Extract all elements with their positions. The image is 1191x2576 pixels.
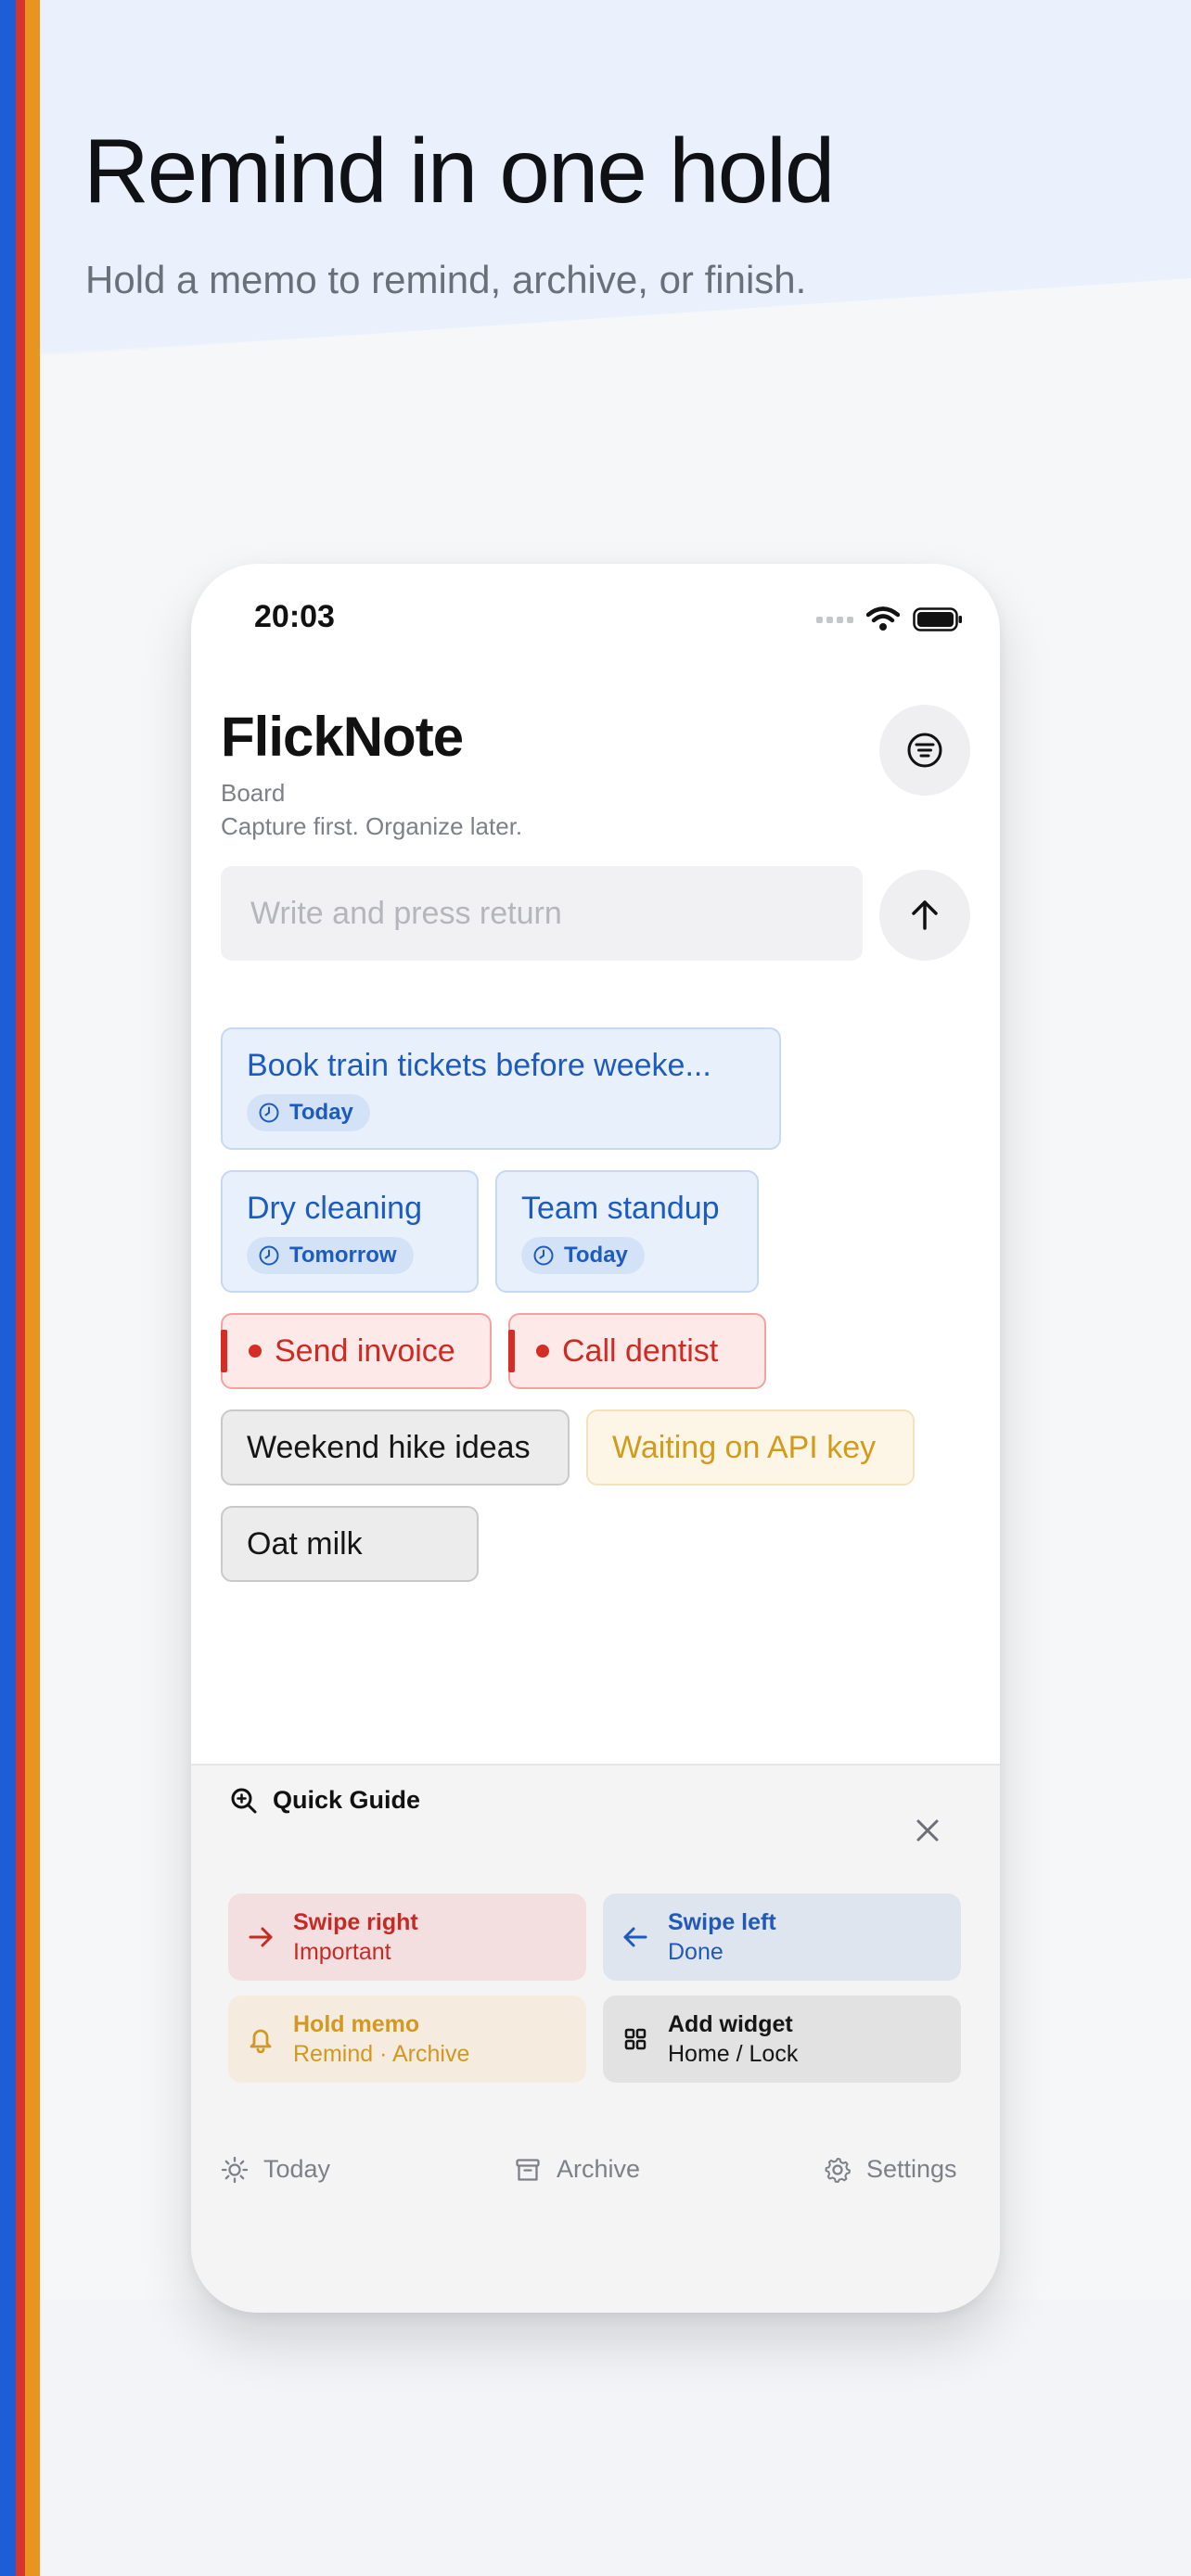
guide-tile-desc: Done [668,1939,724,1965]
app-title: FlickNote [221,706,464,768]
tab-today-label: Today [263,2155,331,2183]
guide-tile-add-widget: Add widget Home / Lock [603,1996,961,2083]
close-icon [916,1819,939,1842]
app-tagline: Capture first. Organize later. [221,812,523,840]
subheadline: Hold a memo to remind, archive, or finis… [85,258,807,301]
filter-button[interactable] [879,705,970,796]
memo-text: Dry cleaning [247,1191,422,1226]
memo-text: Send invoice [275,1333,455,1369]
status-time: 20:03 [254,599,335,634]
memo-card-oat-milk[interactable]: Oat milk [221,1506,479,1582]
guide-tile-desc: Important [293,1939,391,1965]
reminder-badge-label: Today [289,1100,353,1125]
guide-tile-title: Swipe left [668,1909,776,1935]
quick-guide-header: Quick Guide [230,1786,420,1815]
arrow-up-icon [912,900,938,930]
guide-tile-desc: Home / Lock [668,2041,799,2067]
memo-card-team-standup[interactable]: Team standup Today [495,1170,759,1293]
memo-text: Weekend hike ideas [247,1430,531,1465]
reminder-badge: Today [521,1237,645,1274]
memo-card-waiting-api[interactable]: Waiting on API key [586,1409,915,1486]
tab-archive-label: Archive [557,2155,641,2183]
quick-guide-title: Quick Guide [273,1786,421,1814]
grid-icon [624,2028,647,2050]
sun-icon [221,2156,249,2183]
submit-button[interactable] [879,870,970,961]
memo-card-book-train[interactable]: Book train tickets before weeke... Today [221,1027,781,1150]
wifi-icon [866,606,900,631]
memo-input[interactable] [221,866,863,961]
memo-text: Call dentist [562,1333,719,1369]
reminder-badge-label: Today [564,1243,628,1268]
bell-icon [250,2029,272,2053]
guide-tile-title: Add widget [668,2011,793,2037]
battery-icon [913,607,962,631]
arrow-left-icon [623,1927,647,1947]
guide-tile-title: Swipe right [293,1909,418,1935]
brand-stripe-red [16,0,25,2576]
guide-tile-swipe-left: Swipe left Done [603,1894,961,1981]
gear-icon [825,2157,851,2183]
memo-card-dry-cleaning[interactable]: Dry cleaning Tomorrow [221,1170,479,1293]
clock-icon [259,1245,279,1266]
tab-settings-label: Settings [866,2155,957,2183]
guide-tile-hold-memo: Hold memo Remind · Archive [228,1996,586,2083]
view-label: Board [221,779,286,807]
brand-stripe-blue [0,0,16,2576]
reminder-badge-label: Tomorrow [289,1243,397,1268]
zoom-icon [231,1788,257,1813]
brand-stripe-orange [25,0,40,2576]
guide-tile-title: Hold memo [293,2011,420,2037]
important-dot [249,1345,262,1358]
headline: Remind in one hold [83,120,835,222]
memo-text: Waiting on API key [612,1430,877,1465]
clock-icon [259,1103,279,1123]
tab-today[interactable]: Today [221,2155,330,2184]
important-dot [536,1345,549,1358]
guide-tile-desc: Remind · Archive [293,2041,470,2067]
reminder-badge: Today [247,1094,370,1131]
reminder-badge: Tomorrow [247,1237,414,1274]
memo-text: Oat milk [247,1526,363,1562]
arrow-right-icon [249,1927,273,1947]
tab-settings[interactable]: Settings [824,2155,957,2184]
important-marker [221,1330,227,1372]
clock-icon [533,1245,554,1266]
close-guide-button[interactable] [911,1814,944,1847]
memo-text: Team standup [521,1191,720,1226]
memo-card-call-dentist[interactable]: Call dentist [508,1313,766,1389]
archive-icon [516,2158,540,2181]
memo-board: Book train tickets before weeke... Today… [221,1027,970,1602]
filter-icon [907,733,942,768]
tab-archive[interactable]: Archive [514,2155,640,2184]
memo-card-weekend-hike[interactable]: Weekend hike ideas [221,1409,570,1486]
memo-text: Book train tickets before weeke... [247,1048,711,1083]
important-marker [508,1330,515,1372]
status-icons [816,606,963,632]
phone-frame: 20:03 FlickNote Board Capture first. Org… [191,564,1000,2313]
memo-card-send-invoice[interactable]: Send invoice [221,1313,492,1389]
quick-guide-panel: Quick Guide Swipe right Important Swipe l… [191,1764,1000,2313]
guide-tile-swipe-right: Swipe right Important [228,1894,586,1981]
signal-icon [816,616,853,623]
